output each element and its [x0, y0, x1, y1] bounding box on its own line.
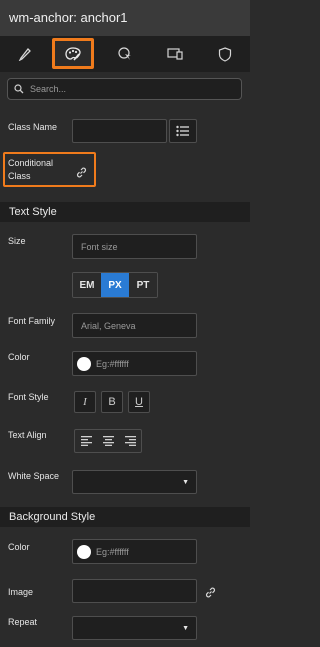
white-space-label: White Space: [8, 471, 60, 481]
bg-image-link-button[interactable]: [205, 585, 216, 603]
devices-icon: [167, 48, 183, 60]
link-icon: [205, 587, 216, 598]
tab-security[interactable]: [200, 36, 250, 72]
tab-bar: [0, 36, 250, 72]
align-center-icon: [102, 436, 114, 446]
align-right-icon: [124, 436, 136, 446]
italic-button[interactable]: I: [74, 391, 96, 413]
shield-icon: [218, 46, 232, 62]
align-left-button[interactable]: [75, 430, 97, 452]
class-list-button[interactable]: [169, 119, 197, 143]
text-color-input[interactable]: Eg:#ffffff: [72, 351, 197, 376]
white-space-select[interactable]: ▼: [72, 470, 197, 494]
link-icon: [76, 167, 87, 178]
search-box: [7, 78, 242, 100]
bold-button[interactable]: B: [101, 391, 123, 413]
palette-icon: [65, 46, 81, 61]
chevron-down-icon: ▼: [182, 625, 189, 632]
font-family-input[interactable]: Arial, Geneva: [72, 313, 197, 338]
align-left-icon: [80, 436, 92, 446]
bg-color-placeholder: Eg:#ffffff: [96, 546, 129, 557]
size-label: Size: [8, 236, 26, 246]
align-right-button[interactable]: [119, 430, 141, 452]
repeat-label: Repeat: [8, 617, 38, 627]
repeat-select[interactable]: ▼: [72, 616, 197, 640]
unit-px-button[interactable]: PX: [101, 273, 129, 297]
align-center-button[interactable]: [97, 430, 119, 452]
font-style-label: Font Style: [8, 392, 49, 402]
font-style-buttons: I B U: [74, 391, 155, 413]
pencil-icon: [18, 48, 31, 61]
font-size-input[interactable]: Font size: [72, 234, 197, 259]
unit-toggle: EM PX PT: [72, 272, 158, 298]
bg-color-label: Color: [8, 542, 30, 552]
cursor-click-icon: [118, 47, 131, 60]
conditional-class-link-button[interactable]: [76, 165, 87, 183]
text-align-buttons: [74, 429, 142, 453]
text-color-label: Color: [8, 352, 30, 362]
search-icon: [14, 84, 24, 94]
unit-pt-button[interactable]: PT: [129, 273, 157, 297]
background-style-header: Background Style: [0, 507, 250, 527]
text-color-swatch[interactable]: [77, 356, 91, 371]
chevron-down-icon: ▼: [182, 479, 189, 486]
tab-properties[interactable]: [0, 36, 50, 72]
bg-image-input[interactable]: [72, 579, 197, 603]
conditional-class-label-line2: Class: [8, 171, 31, 181]
image-label: Image: [8, 587, 34, 597]
bg-color-swatch[interactable]: [77, 544, 91, 559]
tab-events[interactable]: [100, 36, 150, 72]
search-input[interactable]: [28, 83, 232, 95]
tab-styles[interactable]: [52, 38, 94, 69]
underline-button[interactable]: U: [128, 391, 150, 413]
text-color-placeholder: Eg:#ffffff: [96, 358, 129, 369]
list-icon: [176, 125, 189, 137]
window-title: wm-anchor: anchor1: [0, 0, 250, 36]
tab-devices[interactable]: [150, 36, 200, 72]
conditional-class-label-line1: Conditional: [8, 158, 54, 168]
class-name-input[interactable]: [72, 119, 167, 143]
bg-color-input[interactable]: Eg:#ffffff: [72, 539, 197, 564]
class-name-label: Class Name: [8, 122, 58, 132]
unit-em-button[interactable]: EM: [73, 273, 101, 297]
text-align-label: Text Align: [8, 430, 47, 440]
font-family-label: Font Family: [8, 316, 56, 326]
text-style-header: Text Style: [0, 202, 250, 222]
